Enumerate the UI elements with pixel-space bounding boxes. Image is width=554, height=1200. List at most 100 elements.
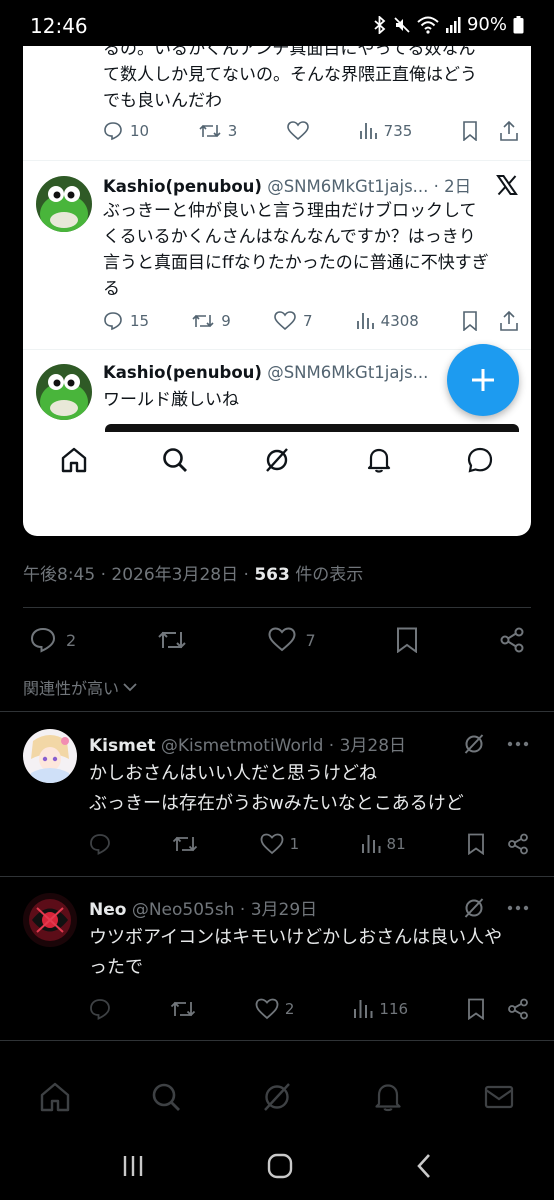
reply-button[interactable] xyxy=(89,998,111,1020)
home-tab[interactable] xyxy=(39,1081,71,1113)
heart-icon xyxy=(267,627,296,653)
share-icon[interactable] xyxy=(507,998,529,1020)
search-icon xyxy=(161,446,189,474)
repost-button[interactable] xyxy=(172,833,198,855)
views-button[interactable]: 81 xyxy=(361,834,406,854)
reply-sort-dropdown[interactable]: 関連性が高い xyxy=(23,675,137,699)
share-icon xyxy=(500,311,518,331)
like-button[interactable]: 1 xyxy=(260,833,299,855)
repost-button[interactable] xyxy=(157,627,187,653)
chat-icon xyxy=(466,446,494,474)
grok-icon xyxy=(263,446,291,474)
back-button[interactable] xyxy=(415,1153,433,1179)
heart-icon xyxy=(287,121,309,141)
status-bar: 12:46 90% xyxy=(0,0,554,46)
reply-action-bar: 1 81 xyxy=(89,833,529,855)
more-icon[interactable] xyxy=(507,905,529,911)
like-button[interactable]: 2 xyxy=(255,998,294,1020)
repost-icon xyxy=(172,833,198,855)
avatar[interactable] xyxy=(23,893,77,947)
share-button[interactable] xyxy=(499,627,525,653)
bottom-tab-bar xyxy=(0,1062,554,1132)
mute-icon xyxy=(393,16,411,34)
reply-button[interactable]: 2 xyxy=(30,627,76,653)
views-button[interactable]: 116 xyxy=(353,999,408,1019)
bell-icon xyxy=(365,446,393,474)
grok-icon[interactable] xyxy=(463,733,485,755)
reply-author-handle: @Neo505sh · 3月29日 xyxy=(131,900,318,920)
reply-action-bar: 2 116 xyxy=(89,998,529,1020)
battery-percent: 90% xyxy=(466,14,507,35)
bookmark-icon xyxy=(396,627,418,653)
snippet-actions: 10 3 735 xyxy=(103,118,518,144)
compose-fab xyxy=(447,344,519,416)
reply-icon xyxy=(103,121,123,141)
messages-tab[interactable] xyxy=(483,1081,515,1113)
post-action-bar: 2 7 xyxy=(30,627,525,653)
heart-icon xyxy=(274,311,296,331)
bell-icon xyxy=(372,1081,404,1113)
avatar[interactable] xyxy=(23,729,77,783)
views-icon xyxy=(359,122,377,140)
repost-button[interactable] xyxy=(170,998,196,1020)
avatar xyxy=(36,176,92,232)
recent-apps-button[interactable] xyxy=(121,1154,145,1178)
reply-icon xyxy=(89,998,111,1020)
grok-icon xyxy=(261,1081,293,1113)
reply-icon xyxy=(30,627,56,653)
reply-author-name[interactable]: Neo xyxy=(89,900,126,920)
bookmark-icon xyxy=(462,121,478,141)
bookmark-button[interactable] xyxy=(396,627,418,653)
system-navigation-bar xyxy=(0,1132,554,1200)
tweet-actions: 15 9 7 4308 xyxy=(103,308,518,334)
mail-icon xyxy=(483,1081,515,1113)
views-count: 563 xyxy=(254,565,290,585)
heart-icon xyxy=(255,998,279,1020)
wifi-icon xyxy=(417,16,439,34)
embedded-tab-bar xyxy=(23,434,531,486)
post-timestamp: 午後8:45 · 2026年3月28日 · 563 件の表示 xyxy=(23,565,364,585)
views-icon xyxy=(353,999,373,1019)
reply-icon xyxy=(89,833,111,855)
share-icon xyxy=(500,121,518,141)
bookmark-icon[interactable] xyxy=(467,833,485,855)
reply-author-handle: @KismetmotiWorld · 3月28日 xyxy=(160,736,407,756)
reply-text: かしおさんはいい人だと思うけどね ぶっきーは存在がうおwみたいなとこあるけど xyxy=(89,763,464,814)
tweet-snippet: るの。いるかくんアンチ真面目にやってる奴なん て数人しか見てないの。そんな界隈正… xyxy=(103,46,477,111)
reply-author-name[interactable]: Kismet xyxy=(89,736,156,756)
bookmark-icon xyxy=(462,311,478,331)
notifications-tab[interactable] xyxy=(372,1081,404,1113)
bookmark-icon[interactable] xyxy=(467,998,485,1020)
home-icon xyxy=(39,1081,71,1113)
plus-icon xyxy=(470,367,496,393)
grok-tab[interactable] xyxy=(261,1081,293,1113)
x-logo-icon xyxy=(496,174,518,196)
like-button[interactable]: 7 xyxy=(267,627,316,653)
status-time: 12:46 xyxy=(30,14,88,38)
repost-icon xyxy=(192,311,214,331)
views-icon xyxy=(361,834,381,854)
repost-icon xyxy=(157,627,187,653)
repost-icon xyxy=(199,121,221,141)
more-icon[interactable] xyxy=(507,741,529,747)
tweet-text: ぶっきーと仲が良いと言う理由だけブロックして くるいるかくんさんはなんなんですか… xyxy=(103,201,489,299)
recents-icon xyxy=(121,1154,145,1178)
avatar xyxy=(36,364,92,420)
grok-icon[interactable] xyxy=(463,897,485,919)
bluetooth-icon xyxy=(373,15,387,34)
home-button[interactable] xyxy=(267,1153,293,1179)
home-icon xyxy=(60,446,88,474)
chevron-down-icon xyxy=(123,682,137,692)
reply-button[interactable] xyxy=(89,833,111,855)
reply-text: ウツボアイコンはキモいけどかしおさんは良い人や ったで xyxy=(89,927,503,978)
home-circle-icon xyxy=(267,1153,293,1179)
share-icon[interactable] xyxy=(507,833,529,855)
search-icon xyxy=(150,1081,182,1113)
share-icon xyxy=(499,627,525,653)
reply-icon xyxy=(103,311,123,331)
views-icon xyxy=(356,312,374,330)
embedded-screenshot: るの。いるかくんアンチ真面目にやってる奴なん て数人しか見てないの。そんな界隈正… xyxy=(23,46,531,536)
heart-icon xyxy=(260,833,284,855)
back-icon xyxy=(415,1153,433,1179)
search-tab[interactable] xyxy=(150,1081,182,1113)
